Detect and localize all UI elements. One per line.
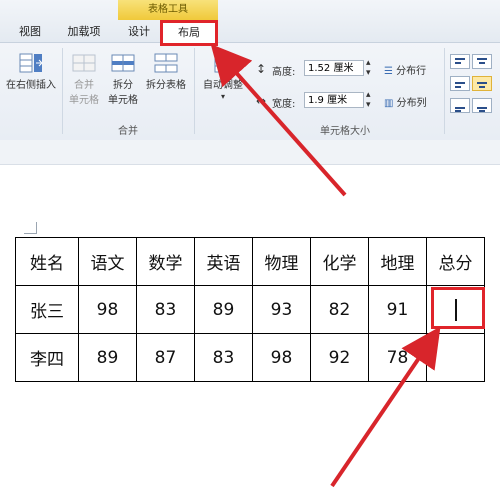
annotation-arrows	[210, 44, 441, 488]
arrow-to-layout-tab	[210, 44, 347, 197]
arrow-to-total-cell	[330, 326, 441, 488]
